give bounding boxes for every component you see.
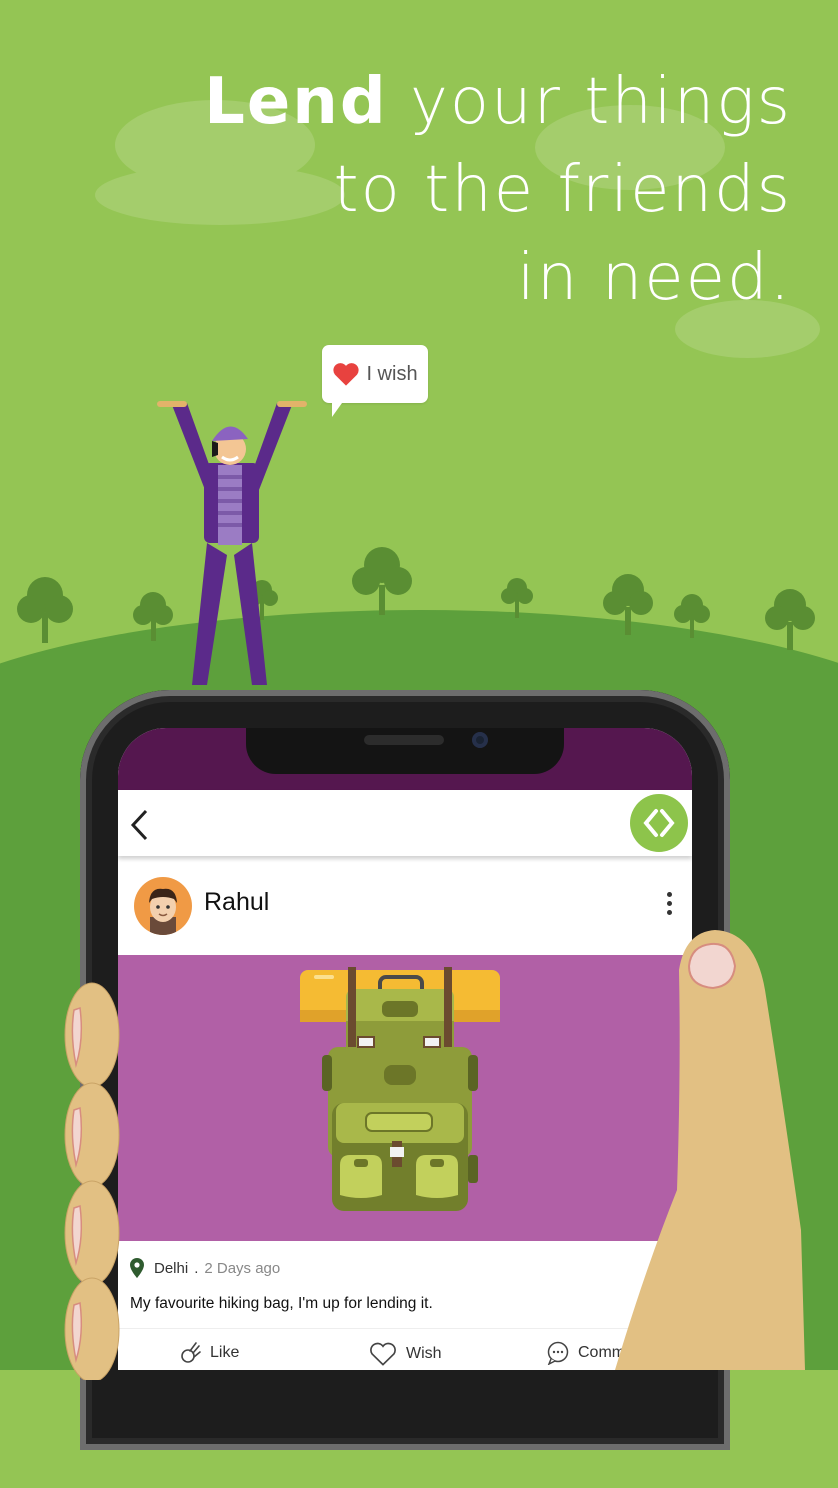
status-bar xyxy=(118,728,692,790)
more-dot-icon xyxy=(667,910,672,915)
post-time: 2 Days ago xyxy=(204,1259,281,1277)
headline-line-1: Lend your things xyxy=(204,58,792,146)
post-location[interactable]: Delhi xyxy=(154,1260,188,1277)
post-actions-bar: Like Wish Comm xyxy=(118,1328,692,1370)
headline-bold-word: Lend xyxy=(204,65,388,139)
comment-button[interactable]: Comm xyxy=(546,1341,625,1365)
app-logo-button[interactable] xyxy=(630,794,688,852)
like-label: Like xyxy=(210,1344,240,1361)
avatar[interactable] xyxy=(134,877,192,935)
speaker-grille xyxy=(364,735,444,745)
headline-line-1-rest: your things xyxy=(387,65,792,139)
post-username[interactable]: Rahul xyxy=(204,888,269,917)
backpack-illustration xyxy=(300,967,500,1211)
ok-hand-icon xyxy=(181,1342,201,1363)
post-caption: My favourite hiking bag, I'm up for lend… xyxy=(130,1295,433,1312)
headline: Lend your things to the friends in need. xyxy=(204,58,792,322)
phone-notch xyxy=(246,728,564,774)
post-meta: Delhi . 2 Days ago xyxy=(130,1258,280,1278)
more-dot-icon xyxy=(667,901,672,906)
wish-button[interactable]: Wish xyxy=(368,1341,442,1367)
wish-speech-bubble: I wish xyxy=(322,345,428,417)
user-avatar-face-icon xyxy=(149,888,177,935)
headline-line-2: to the friends xyxy=(333,153,792,227)
heart-outline-icon xyxy=(370,1342,396,1366)
hand-thumb-illustration xyxy=(615,930,805,1370)
back-chevron-icon xyxy=(130,809,148,841)
post-header: Rahul xyxy=(118,860,692,952)
meta-separator: . xyxy=(194,1259,199,1277)
location-pin-icon xyxy=(130,1258,144,1278)
cheering-person-illustration xyxy=(157,401,307,685)
hand-fingers-illustration xyxy=(64,982,120,1380)
post-image[interactable] xyxy=(118,955,692,1241)
app-logo-icon xyxy=(643,809,675,837)
more-dot-icon xyxy=(667,892,672,897)
like-button[interactable]: Like xyxy=(180,1341,239,1365)
wish-label: Wish xyxy=(406,1345,442,1362)
front-camera xyxy=(472,732,488,748)
comment-bubble-icon xyxy=(547,1341,569,1365)
speech-bubble-text: I wish xyxy=(366,362,418,385)
more-options-button[interactable] xyxy=(666,892,674,920)
back-button[interactable] xyxy=(128,808,150,846)
headline-line-3: in need. xyxy=(517,241,792,315)
phone-screen: Rahul Delhi . 2 Days ago My favourite hi… xyxy=(118,728,692,1370)
heart-icon xyxy=(333,363,360,386)
app-topbar xyxy=(118,790,692,856)
